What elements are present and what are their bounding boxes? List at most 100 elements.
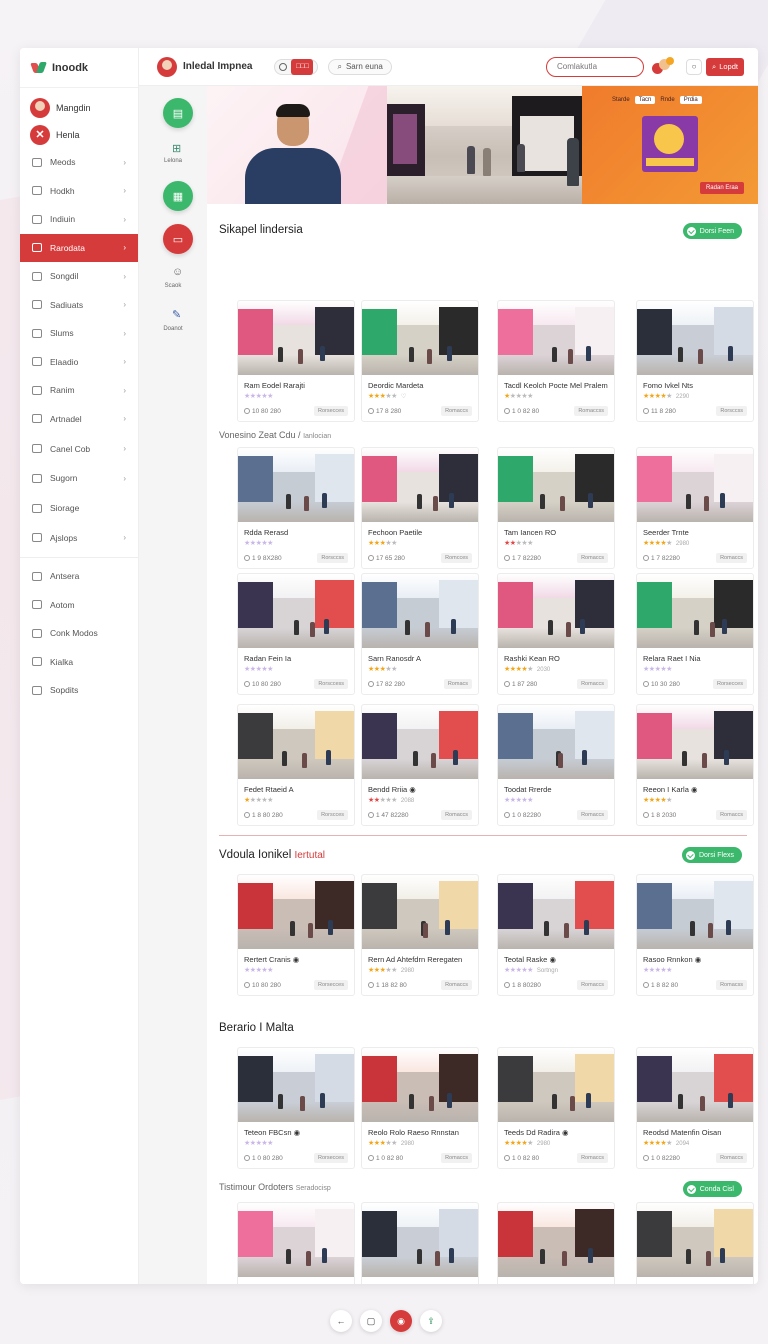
store-action-button[interactable]: Romaccs: [716, 553, 747, 563]
record-icon[interactable]: ◉: [390, 1310, 412, 1332]
brand[interactable]: Inoodk: [20, 48, 138, 88]
store-action-button[interactable]: Romacs: [443, 679, 472, 689]
sidebar-item-canel-cob[interactable]: Canel Cob ›: [20, 433, 138, 464]
store-action-button[interactable]: Rorsccss: [317, 553, 348, 563]
search-input[interactable]: Comlakutla: [546, 56, 645, 77]
store-card[interactable]: Deordic Mardeta ★★★★★ ♡ 17 8 280 Romaccs: [361, 300, 479, 422]
store-card[interactable]: Rashki Kean RO ★★★★★ 2030 1 87 280 Romaccs: [497, 573, 615, 695]
sidebar-item-meods[interactable]: Meods ›: [20, 148, 138, 177]
section-filter-button[interactable]: Dorsi Flexs: [681, 847, 742, 863]
sidebar-user[interactable]: Mangdin: [20, 94, 138, 121]
sidebar-item-sadiuats[interactable]: Sadiuats ›: [20, 291, 138, 320]
view-toggle[interactable]: □□□: [274, 58, 319, 75]
store-action-button[interactable]: Rorsecces: [713, 679, 747, 689]
store-action-button[interactable]: Romaccs: [716, 1153, 747, 1163]
store-card[interactable]: Fomo Ivkel Nts ★★★★★ 2290 11 8 280 Rorsccss: [636, 300, 754, 422]
sidebar-item-slums[interactable]: Slums ›: [20, 319, 138, 348]
section-filter-button[interactable]: Dorsi Feen: [682, 223, 742, 239]
share-icon[interactable]: ⇪: [420, 1310, 442, 1332]
sidebar-item-aotom[interactable]: Aotom: [20, 591, 138, 620]
store-card[interactable]: Ram Eodel Rarajti ★★★★★ 10 80 280 Rorsecces: [237, 300, 355, 422]
store-action-button[interactable]: Romaccs: [441, 980, 472, 990]
store-card[interactable]: Fechoon Paetile ★★★★★ 17 65 280 Romcces: [361, 447, 479, 569]
sidebar-item-sugorn[interactable]: Sugorn ›: [20, 464, 138, 493]
store-action-button[interactable]: Romaccs: [441, 406, 472, 416]
store-card[interactable]: Teotal Raske ◉ ★★★★★ Sortngn 1 8 80280 Romac…: [497, 874, 615, 996]
store-card[interactable]: Reeon I Karla ◉ ★★★★★ 1 8 2030 Romaccs: [636, 704, 754, 826]
sidebar-item-rarodata[interactable]: Rarodata ›: [20, 233, 138, 262]
dashboard-icon[interactable]: ▤: [163, 98, 193, 128]
store-action-button[interactable]: Romaccs: [441, 810, 472, 820]
store-action-button[interactable]: Romaccs: [577, 1153, 608, 1163]
star-rating: ★★★★★: [368, 540, 397, 547]
sidebar-user-2[interactable]: ✕ Henla: [20, 121, 138, 148]
sidebar-item-antsera[interactable]: Antsera: [20, 562, 138, 591]
copy-icon[interactable]: ▢: [360, 1310, 382, 1332]
store-action-button[interactable]: Romaccs: [577, 679, 608, 689]
store-card[interactable]: Fedet Rtaeid A ★★★★★ 1 8 80 280 Rorscces: [237, 704, 355, 826]
store-card[interactable]: Toodat Rrerde ★★★★★ 1 0 82280 Romaccs: [497, 704, 615, 826]
store-action-button[interactable]: Rorsecces: [314, 1153, 348, 1163]
sidebar-item-ranim[interactable]: Ranim ›: [20, 376, 138, 405]
store-card[interactable]: Reodsd Matenfin Oisan ★★★★★ 2094 1 0 82280 R…: [636, 1047, 754, 1169]
sidebar-item-elaadio[interactable]: Elaadio ›: [20, 348, 138, 377]
notification-icon[interactable]: ○: [686, 58, 703, 75]
store-card[interactable]: Reredd I Mdeteidan★★★★★1 5 82 80Romaccs: [636, 1202, 754, 1284]
back-icon[interactable]: ←: [330, 1310, 352, 1332]
smile-icon[interactable]: ☺: [172, 266, 183, 278]
store-card[interactable]: Tacdl Keolch Pocte Mel Pralem ★★★★★ 1 0 82…: [497, 300, 615, 422]
header-avatar[interactable]: [157, 56, 177, 77]
store-action-button[interactable]: Rorsecces: [314, 980, 348, 990]
store-card[interactable]: Teds Fe FeO★★★★★29801 0 82280Romaccs: [497, 1202, 615, 1284]
sidebar-item-indiuin[interactable]: Indiuin ›: [20, 205, 138, 234]
store-card[interactable]: Teteon FBCsn ◉ ★★★★★ 1 0 80 280 Rorsecces: [237, 1047, 355, 1169]
store-card[interactable]: Tam Iancen RO ★★★★★ 1 7 82280 Romaccs: [497, 447, 615, 569]
store-action-button[interactable]: Rorsccess: [314, 679, 348, 689]
store-action-button[interactable]: Romaccs: [577, 980, 608, 990]
quick-search[interactable]: ⌕ Sarn euna: [328, 58, 392, 75]
people-icon[interactable]: [652, 56, 676, 77]
store-action-button[interactable]: Rorscces: [317, 810, 348, 820]
sidebar-item-kialka[interactable]: Kialka: [20, 648, 138, 677]
calendar-icon[interactable]: ▦: [163, 181, 193, 211]
store-card[interactable]: Bsead Reeth IA★★★★★1 17 82 80Romaccs: [361, 1202, 479, 1284]
store-action-button[interactable]: Romaccs: [716, 810, 747, 820]
store-card[interactable]: Rertert Cranis ◉ ★★★★★ 10 80 280 Rorsecces: [237, 874, 355, 996]
sidebar-item-conk-modos[interactable]: Conk Modos: [20, 619, 138, 648]
hero-cta-button[interactable]: Radan Eraa: [699, 182, 744, 194]
store-card[interactable]: Seerder Trnte ★★★★★ 2980 1 7 82280 Romaccs: [636, 447, 754, 569]
store-card[interactable]: Sarn Ranosdr A ★★★★★ 17 82 280 Romacs: [361, 573, 479, 695]
edit-icon[interactable]: ✎: [172, 308, 181, 321]
sidebar-item-siorage[interactable]: Siorage: [20, 493, 138, 524]
store-action-button[interactable]: Romaccs: [577, 553, 608, 563]
store-action-button[interactable]: Rorsecces: [314, 406, 348, 416]
circle-icon[interactable]: [279, 62, 288, 71]
store-action-button[interactable]: Rorsccss: [716, 406, 747, 416]
store-action-button[interactable]: Romcces: [441, 553, 472, 563]
store-action-button[interactable]: Romaccs: [441, 1153, 472, 1163]
chat-icon[interactable]: ▭: [163, 224, 193, 254]
store-card[interactable]: Radan Fein Ia ★★★★★ 10 80 280 Rorsccess: [237, 573, 355, 695]
store-card[interactable]: Reolo Rolo Raeso Rnnstan ★★★★★ 2980 1 0 82 …: [361, 1047, 479, 1169]
store-card[interactable]: Relara Raet I Nia ★★★★★ 10 30 280 Rorsecces: [636, 573, 754, 695]
store-action-button[interactable]: Romaccs: [577, 810, 608, 820]
sidebar-item-songdil[interactable]: Songdil ›: [20, 262, 138, 291]
store-card[interactable]: Teeds Dd Radira ◉ ★★★★★ 2980 1 0 82 80 Romac…: [497, 1047, 615, 1169]
store-action-button[interactable]: Romaccss: [574, 406, 608, 416]
grid-toggle-button[interactable]: □□□: [291, 58, 314, 75]
store-card[interactable]: Rern Ad Ahtefdrn Reregaten ★★★★★ 2980 1 18 …: [361, 874, 479, 996]
store-card[interactable]: Bendd Rriia ◉ ★★★★★ 2088 1 47 82280 Romaccs: [361, 704, 479, 826]
store-card[interactable]: Rasoo Rnnkon ◉ ★★★★★ 1 8 82 80 Romacss: [636, 874, 754, 996]
store-name: Relara Raet I Nia: [643, 654, 701, 663]
sidebar-item-sopdits[interactable]: Sopdits: [20, 676, 138, 705]
hero-banner[interactable]: Starde Tacn Rnde Prdia Radan Eraa: [207, 86, 758, 204]
store-card[interactable]: Rdda Rerasd ★★★★★ 1 9 8X280 Rorsccss: [237, 447, 355, 569]
bookmark-icon[interactable]: ⊞: [172, 142, 181, 155]
sidebar-item-ajslops[interactable]: Ajslops ›: [20, 524, 138, 553]
sidebar-item-artnadel[interactable]: Artnadel ›: [20, 405, 138, 434]
store-action-button[interactable]: Romacss: [716, 980, 747, 990]
section-filter-button[interactable]: Conda Cisl: [682, 1181, 742, 1197]
sidebar-item-hodkh[interactable]: Hodkh ›: [20, 177, 138, 206]
login-button[interactable]: ⌕ Lopdt: [706, 57, 744, 76]
store-card[interactable]: Rernoed Mosta★★★★★17 80 280Rorsecces: [237, 1202, 355, 1284]
